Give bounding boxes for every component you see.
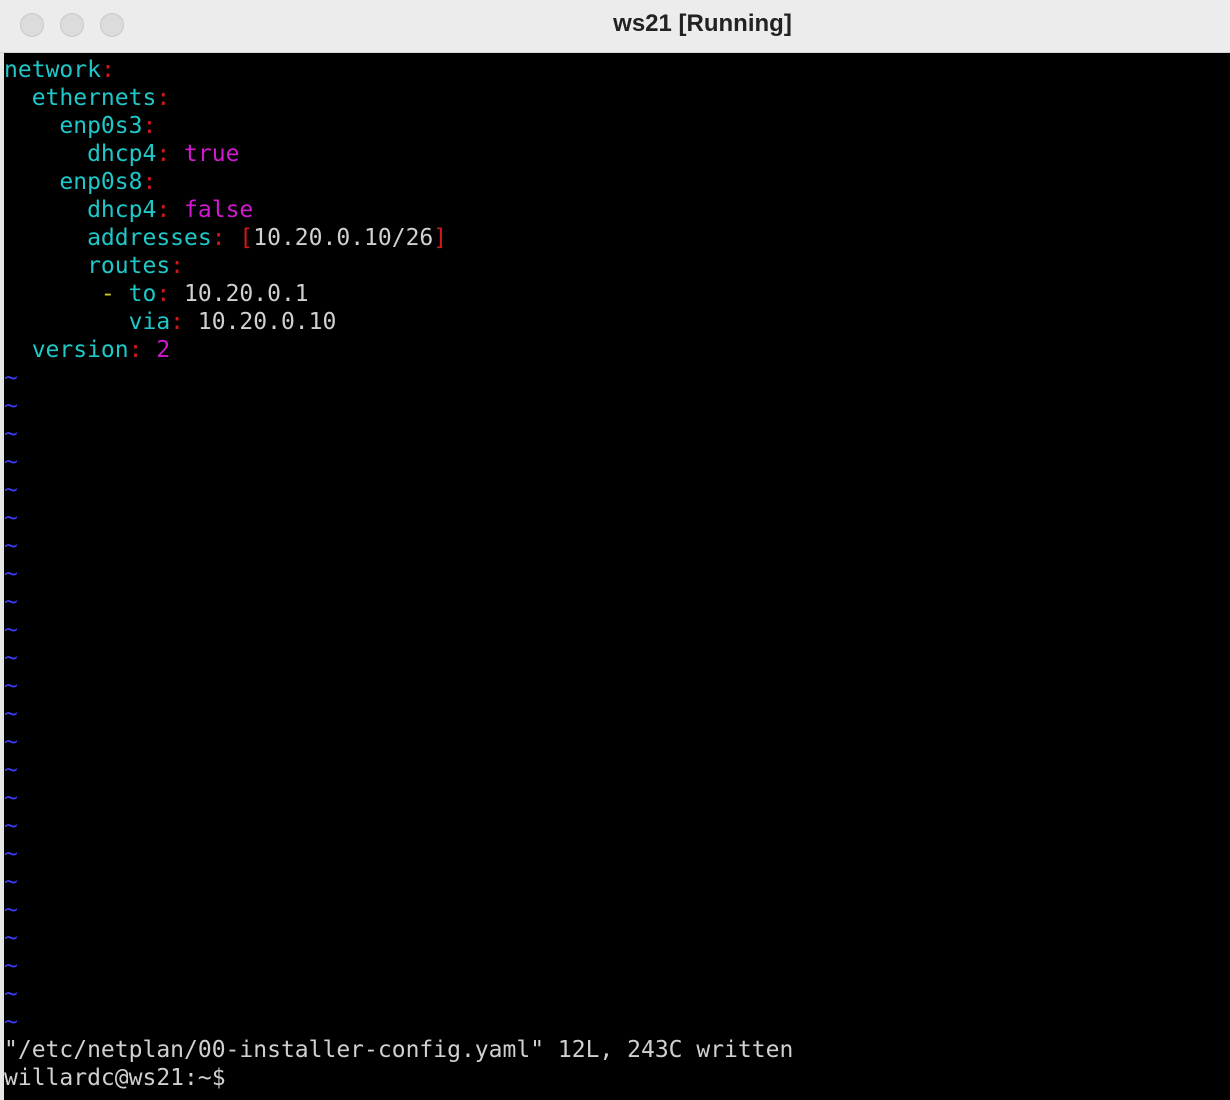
empty-line-marker: ~ [4, 841, 18, 867]
empty-line-marker: ~ [4, 953, 18, 979]
editor-token: true [184, 141, 240, 167]
editor-line: enp0s3: [4, 112, 1230, 140]
shell-prompt[interactable]: willardc@ws21:~$ [4, 1064, 226, 1092]
empty-line-marker: ~ [4, 365, 18, 391]
empty-line-marker: ~ [4, 449, 18, 475]
editor-token: 10.20.0.10 [197, 309, 337, 335]
empty-line-marker: ~ [4, 505, 18, 531]
editor-token: : [156, 281, 185, 307]
empty-line-marker: ~ [4, 785, 18, 811]
editor-token: 2 [156, 337, 171, 363]
empty-line-marker: ~ [4, 393, 18, 419]
editor-line: enp0s8: [4, 168, 1230, 196]
window-title: ws21 [Running] [613, 10, 792, 37]
editor-token: via [4, 309, 171, 335]
editor-token: : [100, 57, 115, 83]
empty-line-marker: ~ [4, 589, 18, 615]
empty-line-marker: ~ [4, 897, 18, 923]
editor-token: network [4, 57, 101, 83]
editor-token: : [170, 309, 198, 335]
empty-line-marker: ~ [4, 645, 18, 671]
editor-line: ethernets: [4, 84, 1230, 112]
editor-line: routes: [4, 252, 1230, 280]
empty-line-marker: ~ [4, 617, 18, 643]
empty-line-marker: ~ [4, 421, 18, 447]
editor-line: network: [4, 56, 1230, 84]
empty-line-marker: ~ [4, 729, 18, 755]
empty-line-marker: ~ [4, 981, 18, 1007]
editor-line: addresses: [10.20.0.10/26] [4, 224, 1230, 252]
empty-line-marker: ~ [4, 673, 18, 699]
editor-token: : [156, 197, 185, 223]
editor-line: version: 2 [4, 336, 1230, 364]
editor-line: - to: 10.20.0.1 [4, 280, 1230, 308]
editor-token: : [170, 253, 185, 279]
editor-token: : [156, 85, 171, 111]
editor-token: : [156, 141, 185, 167]
empty-line-marker: ~ [4, 757, 18, 783]
editor-token: 10.20.0.1 [184, 281, 309, 307]
editor-token: routes [4, 253, 171, 279]
empty-line-marker: ~ [4, 869, 18, 895]
editor-line: via: 10.20.0.10 [4, 308, 1230, 336]
editor-token: : [128, 337, 157, 363]
empty-line-marker: ~ [4, 533, 18, 559]
empty-line-marker: ~ [4, 561, 18, 587]
empty-line-marker: ~ [4, 925, 18, 951]
editor-token: : [ [211, 225, 254, 251]
editor-token: version [4, 337, 129, 363]
editor-token: - [4, 281, 129, 307]
title-bar[interactable]: ws21 [Running] [0, 0, 1230, 53]
editor-token: ethernets [4, 85, 157, 111]
empty-line-marker: ~ [4, 1009, 18, 1035]
editor-token: addresses [4, 225, 212, 251]
terminal-screen[interactable]: network: ethernets: enp0s3: dhcp4: true … [4, 56, 1230, 1100]
editor-token: false [184, 197, 254, 223]
editor-line: dhcp4: false [4, 196, 1230, 224]
editor-token: dhcp4 [4, 141, 157, 167]
vim-status-message: "/etc/netplan/00-installer-config.yaml" … [4, 1037, 794, 1063]
editor-token: dhcp4 [4, 197, 157, 223]
empty-line-marker: ~ [4, 701, 18, 727]
empty-line-marker: ~ [4, 813, 18, 839]
editor-token: ] [433, 225, 448, 251]
editor-token: to [128, 281, 157, 307]
editor-token: : [142, 113, 157, 139]
vm-window: ws21 [Running] network: ethernets: enp0s… [0, 0, 1230, 1100]
editor-token: : [142, 169, 157, 195]
editor-line: dhcp4: true [4, 140, 1230, 168]
editor-token: enp0s3 [4, 113, 143, 139]
empty-line-marker: ~ [4, 477, 18, 503]
editor-token: 10.20.0.10/26 [253, 225, 434, 251]
editor-token: enp0s8 [4, 169, 143, 195]
